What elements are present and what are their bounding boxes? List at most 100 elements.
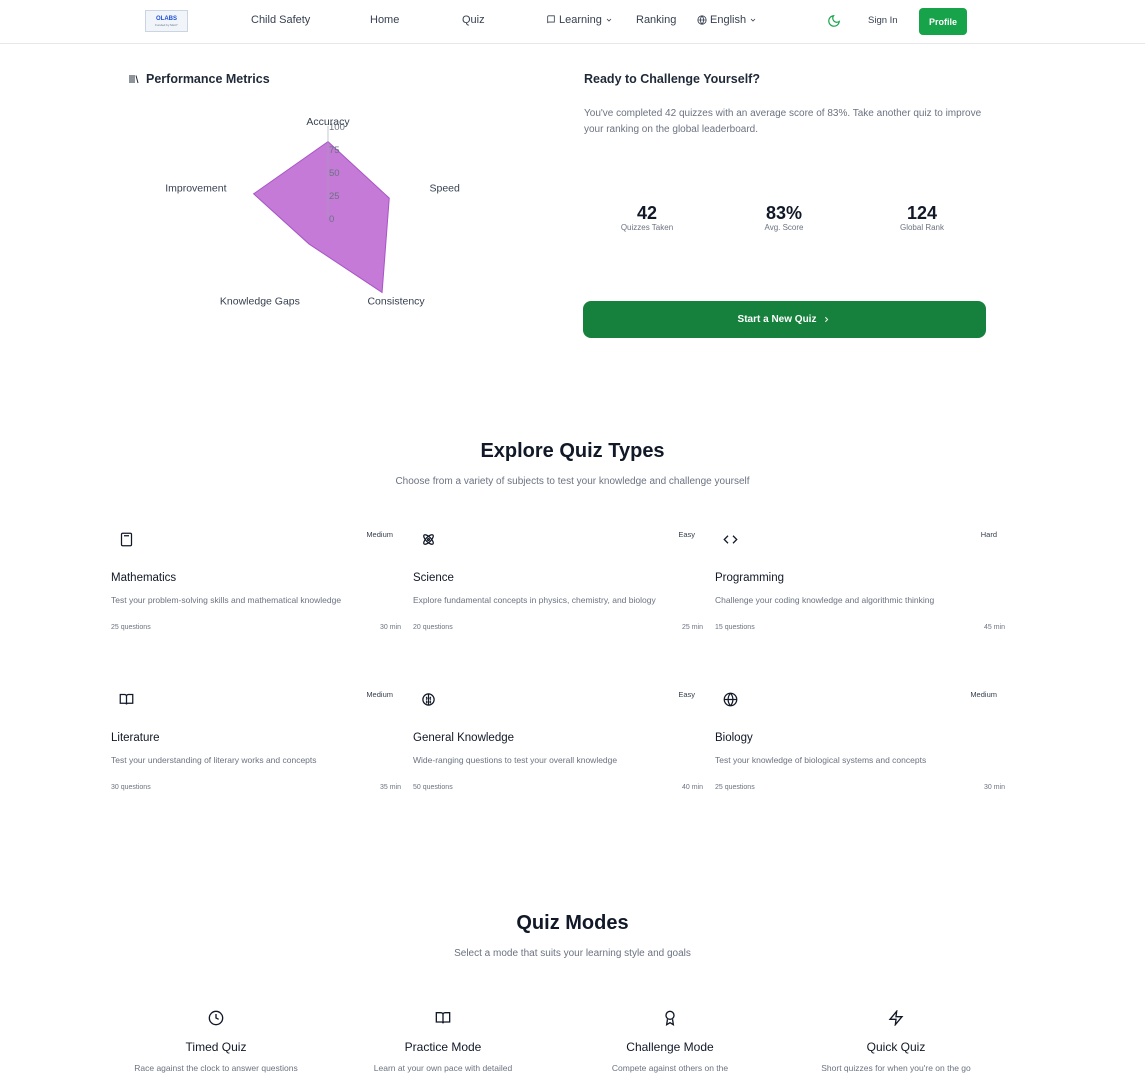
chevron-right-icon [825, 316, 829, 323]
question-count: 15 questions [715, 624, 755, 631]
explore-subtitle: Choose from a variety of subjects to tes… [395, 476, 750, 487]
difficulty-badge: Medium [970, 690, 997, 699]
radar-axis-label: Consistency [367, 295, 425, 307]
start-new-quiz-label: Start a New Quiz [737, 314, 817, 325]
quiz-card-description: Test your understanding of literary work… [111, 755, 317, 765]
logo-subtext: Funded by MeitY [155, 22, 178, 27]
quiz-card-title: Programming [715, 572, 785, 584]
stat-value: 83% [765, 203, 803, 223]
challenge-description: You've completed 42 quizzes with an aver… [584, 108, 982, 135]
quiz-card-mathematics[interactable]: Medium Mathematics Test your problem-sol… [111, 521, 401, 641]
stat-value: 124 [906, 203, 938, 223]
quiz-duration: 30 min [983, 784, 1005, 791]
chevron-down-icon [606, 18, 612, 22]
radar-series-area [252, 140, 390, 294]
performance-metrics-title: Performance Metrics [146, 72, 270, 86]
question-count: 25 questions [715, 784, 755, 791]
difficulty-badge: Medium [366, 690, 393, 699]
radar-tick-label: 25 [329, 191, 340, 202]
nav-child-safety[interactable]: Child Safety [251, 14, 310, 26]
quiz-card-title: Literature [111, 732, 160, 744]
stat-avg-score: 83% Avg. Score [724, 203, 844, 232]
atom-icon [423, 534, 434, 545]
mode-timed-quiz[interactable]: Timed Quiz Race against the clock to ans… [116, 1010, 316, 1074]
stat-quizzes-taken: 42 Quizzes Taken [587, 203, 707, 232]
mode-description: Race against the clock to answer questio… [134, 1063, 298, 1073]
mode-quick-quiz[interactable]: Quick Quiz Short quizzes for when you're… [796, 1010, 996, 1074]
quiz-duration: 35 min [379, 784, 401, 791]
zap-icon [888, 1010, 904, 1026]
question-count: 20 questions [413, 624, 453, 631]
mode-title: Quick Quiz [866, 1040, 926, 1054]
library-icon [129, 75, 139, 84]
radar-tick-label: 75 [329, 145, 340, 156]
quiz-card-title: Mathematics [111, 572, 177, 584]
quiz-card-description: Explore fundamental concepts in physics,… [413, 595, 656, 605]
book-open-icon [119, 693, 134, 705]
book-open-icon [435, 1012, 451, 1024]
clock-icon [208, 1010, 224, 1026]
sign-in-link[interactable]: Sign In [868, 15, 898, 26]
nav-learning-label: Learning [559, 14, 602, 26]
start-new-quiz-button[interactable]: Start a New Quiz [583, 301, 986, 338]
nav-home-label: Home [370, 14, 400, 26]
quiz-card-title: Biology [715, 732, 753, 744]
question-count: 50 questions [413, 784, 453, 791]
globe-icon [697, 15, 707, 25]
nav-ranking-label: Ranking [636, 14, 677, 26]
challenge-title: Ready to Challenge Yourself? [584, 72, 760, 86]
mode-description: Learn at your own pace with detailed [373, 1063, 513, 1073]
language-label: English [710, 14, 747, 26]
olabs-logo[interactable]: OLABS Funded by MeitY [145, 10, 188, 32]
radar-axis-label: Knowledge Gaps [220, 295, 300, 307]
language-dropdown[interactable]: English [697, 14, 757, 26]
calculator-icon [120, 532, 133, 547]
quiz-card-literature[interactable]: Medium Literature Test your understandin… [111, 681, 401, 801]
quiz-card-description: Test your knowledge of biological system… [715, 755, 927, 765]
award-icon [665, 1010, 675, 1026]
nav-ranking[interactable]: Ranking [636, 14, 676, 26]
nav-home[interactable]: Home [370, 14, 399, 26]
stat-value: 42 [636, 203, 658, 223]
quiz-card-programming[interactable]: Hard Programming Challenge your coding k… [715, 521, 1005, 641]
moon-icon[interactable] [827, 14, 841, 28]
mode-title: Timed Quiz [185, 1040, 247, 1054]
difficulty-badge: Easy [678, 530, 695, 539]
question-count: 30 questions [111, 784, 151, 791]
profile-button[interactable]: Profile [919, 8, 967, 35]
quiz-card-science[interactable]: Easy Science Explore fundamental concept… [413, 521, 703, 641]
nav-quiz[interactable]: Quiz [462, 14, 485, 26]
quiz-modes-subtitle: Select a mode that suits your learning s… [454, 948, 691, 959]
mode-practice[interactable]: Practice Mode Learn at your own pace wit… [343, 1010, 543, 1074]
mode-title: Practice Mode [404, 1040, 482, 1054]
question-count: 25 questions [111, 624, 151, 631]
stat-label: Global Rank [899, 223, 945, 232]
radar-axis-label: Improvement [165, 183, 226, 195]
performance-radar-chart: 1007550250AccuracySpeedConsistencyKnowle… [165, 116, 460, 307]
nav-child-safety-label: Child Safety [251, 14, 311, 26]
quiz-modes-title: Quiz Modes [516, 912, 629, 934]
top-navbar: OLABS Funded by MeitY Child Safety Home … [0, 0, 1145, 44]
brain-icon [422, 693, 435, 706]
stat-label: Avg. Score [764, 223, 804, 232]
performance-metrics-heading: Performance Metrics [128, 72, 270, 86]
quiz-duration: 30 min [379, 624, 401, 631]
quiz-card-title: General Knowledge [413, 732, 515, 744]
mode-description: Short quizzes for when you're on the go [821, 1063, 971, 1073]
difficulty-badge: Hard [980, 530, 997, 539]
nav-learning-dropdown[interactable]: Learning [546, 14, 613, 26]
logo-text: OLABS [156, 15, 177, 22]
chevron-down-icon [750, 18, 756, 22]
difficulty-badge: Medium [366, 530, 393, 539]
mode-challenge[interactable]: Challenge Mode Compete against others on… [570, 1010, 770, 1074]
globe-icon [723, 692, 738, 707]
quiz-card-biology[interactable]: Medium Biology Test your knowledge of bi… [715, 681, 1005, 801]
quiz-card-general-knowledge[interactable]: Easy General Knowledge Wide-ranging ques… [413, 681, 703, 801]
quiz-duration: 45 min [983, 624, 1005, 631]
mode-title: Challenge Mode [626, 1040, 714, 1054]
radar-axis-label: Accuracy [306, 116, 350, 128]
difficulty-badge: Easy [678, 690, 695, 699]
radar-axis-label: Speed [429, 183, 460, 195]
radar-tick-label: 0 [329, 214, 334, 225]
stat-label: Quizzes Taken [620, 223, 674, 232]
